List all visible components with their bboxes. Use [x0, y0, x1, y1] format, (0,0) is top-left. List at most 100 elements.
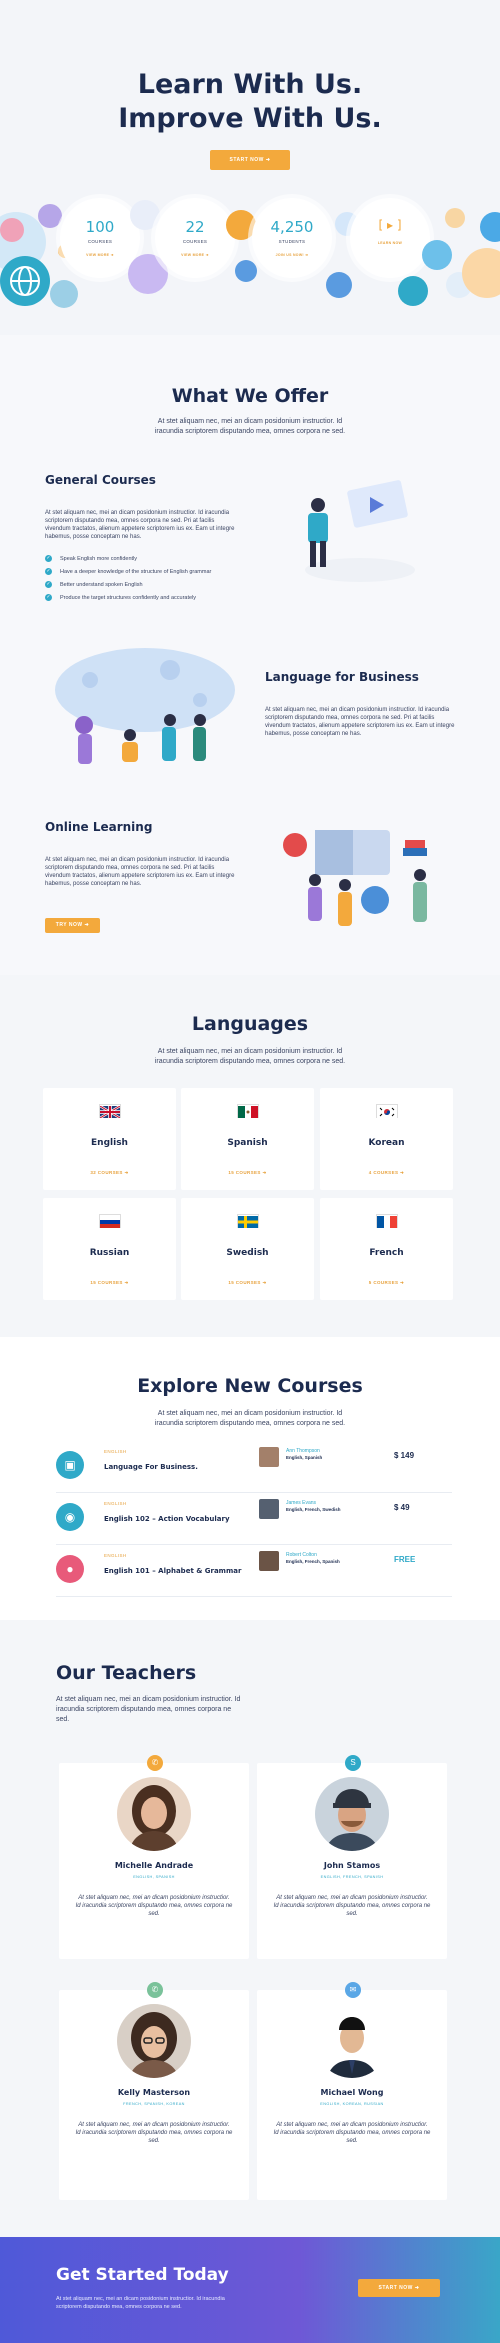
language-name: Russian: [89, 1248, 130, 1258]
language-card-spanish[interactable]: Spanish 15 COURSES ➜: [181, 1088, 314, 1190]
apple-icon: ●: [56, 1555, 84, 1583]
course-row[interactable]: ● ENGLISH English 101 – Alphabet & Gramm…: [56, 1545, 452, 1597]
teacher-card[interactable]: ✆ Michelle Andrade ENGLISH, SPANISH At s…: [59, 1755, 249, 1959]
stat-value: 100: [85, 218, 115, 236]
checklist-item: ✓ Produce the target structures confident…: [45, 594, 197, 601]
try-now-button[interactable]: TRY NOW ➜: [45, 918, 100, 933]
course-name[interactable]: English 102 – Action Vocabulary: [104, 1515, 230, 1523]
teacher-langs: FRENCH, SPANISH, KOREAN: [123, 2102, 185, 2106]
language-courses-link[interactable]: 5 COURSES ➜: [320, 1280, 453, 1286]
hero-section: Learn With Us. Improve With Us. START NOW…: [0, 0, 500, 335]
stat-value: 4,250: [270, 218, 314, 236]
course-category: ENGLISH: [104, 1501, 127, 1506]
course-category: ENGLISH: [104, 1449, 127, 1454]
teacher-desc: At stet aliquam nec, mei an dicam posido…: [273, 1895, 431, 1917]
course-name[interactable]: English 101 – Alphabet & Grammar: [104, 1567, 241, 1575]
books-illustration: [275, 810, 445, 945]
feature-title: Online Learning: [45, 820, 153, 834]
hero-title-line1: Learn With Us.: [137, 69, 363, 100]
hero-title-line2: Improve With Us.: [118, 103, 382, 134]
language-card-russian[interactable]: Russian 15 COURSES ➜: [43, 1198, 176, 1300]
hero-title: Learn With Us. Improve With Us.: [0, 68, 500, 136]
language-courses-link[interactable]: 15 COURSES ➜: [181, 1170, 314, 1176]
teacher-card[interactable]: ✉ Michael Wong ENGLISH, KOREAN, RUSSIAN …: [257, 1982, 447, 2200]
world-map-illustration: [50, 640, 240, 780]
send-icon: [326, 272, 352, 298]
teacher-photo: [315, 2004, 389, 2078]
language-courses-link[interactable]: 32 COURSES ➜: [43, 1170, 176, 1176]
course-row[interactable]: ▣ ENGLISH Language For Business. Ann Tho…: [56, 1441, 452, 1493]
teacher-desc: At stet aliquam nec, mei an dicam posido…: [75, 2122, 233, 2144]
chat-icon[interactable]: ✉: [345, 1982, 361, 1998]
checklist-item: ✓ Have a deeper knowledge of the structur…: [45, 568, 212, 575]
skype-icon[interactable]: S: [345, 1755, 361, 1771]
course-teacher-name[interactable]: Ann Thompson: [286, 1448, 320, 1454]
language-name: French: [369, 1248, 404, 1258]
course-category: ENGLISH: [104, 1553, 127, 1558]
teachers-section: Our Teachers At stet aliquam nec, mei an…: [0, 1620, 500, 2237]
language-name: Swedish: [226, 1248, 269, 1258]
teachers-intro: At stet aliquam nec, mei an dicam posido…: [56, 1696, 241, 1723]
course-price: $ 49: [394, 1503, 410, 1512]
course-row[interactable]: ◉ ENGLISH English 102 – Action Vocabular…: [56, 1493, 452, 1545]
stat-courses: 100 COURSES VIEW MORE ➜: [60, 198, 140, 278]
video-lesson-illustration: [300, 475, 420, 585]
course-price: $ 149: [394, 1451, 415, 1460]
language-card-korean[interactable]: Korean 4 COURSES ➜: [320, 1088, 453, 1190]
language-name: English: [91, 1138, 128, 1148]
cta-start-button[interactable]: START NOW ➜: [358, 2279, 440, 2297]
teacher-desc: At stet aliquam nec, mei an dicam posido…: [75, 1895, 233, 1917]
course-price: FREE: [394, 1555, 416, 1564]
wifi-icon: [38, 204, 62, 228]
whatsapp-icon[interactable]: ✆: [147, 1982, 163, 1998]
course-teacher-name[interactable]: Robert Colton: [286, 1552, 317, 1558]
stat-label: STUDENTS: [278, 239, 306, 244]
decor-bubble: [422, 240, 452, 270]
check-icon: ✓: [45, 594, 52, 601]
check-icon: ✓: [45, 581, 52, 588]
stat-learn: [ ▸ ] LEARN NOW: [350, 198, 430, 278]
course-teacher-name[interactable]: James Evans: [286, 1500, 316, 1506]
language-courses-link[interactable]: 15 COURSES ➜: [181, 1280, 314, 1286]
feature-business: Language for Business At stet aliquam ne…: [265, 670, 460, 738]
teacher-name: Michelle Andrade: [114, 1861, 194, 1870]
teacher-avatar: [259, 1447, 279, 1467]
stat-link[interactable]: LEARN NOW: [350, 241, 430, 245]
language-courses-link[interactable]: 15 COURSES ➜: [43, 1280, 176, 1286]
map-pin-icon: [0, 218, 24, 242]
teacher-name: Kelly Masterson: [117, 2088, 191, 2097]
course-teacher-langs: English, Spanish: [286, 1455, 323, 1460]
stat-link[interactable]: VIEW MORE ➜: [155, 253, 235, 257]
language-courses-link[interactable]: 4 COURSES ➜: [320, 1170, 453, 1176]
feature-text: At stet aliquam nec, mei an dicam posido…: [265, 707, 455, 737]
language-name: Spanish: [227, 1138, 268, 1148]
feature-text: At stet aliquam nec, mei an dicam posido…: [45, 857, 235, 887]
language-card-swedish[interactable]: Swedish 15 COURSES ➜: [181, 1198, 314, 1300]
checklist-item: ✓ Better understand spoken English: [45, 581, 143, 588]
france-flag-icon: [375, 1214, 398, 1228]
teacher-name: Michael Wong: [320, 2088, 384, 2097]
teacher-card[interactable]: ✆ Kelly Masterson FRENCH, SPANISH, KOREA…: [59, 1982, 249, 2200]
offer-title: What We Offer: [171, 385, 329, 407]
teacher-photo: [117, 1777, 191, 1851]
languages-section: Languages At stet aliquam nec, mei an di…: [0, 975, 500, 1337]
decor-dot: [235, 260, 257, 282]
stat-link[interactable]: VIEW MORE ➜: [60, 253, 140, 257]
stat-value: 22: [185, 218, 205, 236]
check-icon: ✓: [45, 568, 52, 575]
whatsapp-icon[interactable]: ✆: [147, 1755, 163, 1771]
cta-section: Get Started Today At stet aliquam nec, m…: [0, 2237, 500, 2343]
teacher-name: John Stamos: [323, 1861, 381, 1870]
car-icon: ◉: [56, 1503, 84, 1531]
hero-start-button[interactable]: START NOW ➜: [210, 150, 290, 170]
teacher-avatar: [259, 1551, 279, 1571]
language-card-french[interactable]: French 5 COURSES ➜: [320, 1198, 453, 1300]
teacher-card[interactable]: S John Stamos ENGLISH, FRENCH, SPANISH A…: [257, 1755, 447, 1959]
stat-link[interactable]: JOIN US NOW! ➜: [252, 253, 332, 257]
offer-subtitle: At stet aliquam nec, mei an dicam posido…: [154, 418, 346, 435]
course-name[interactable]: Language For Business.: [104, 1463, 198, 1471]
stat-languages: 22 COURSES VIEW MORE ➜: [155, 198, 235, 278]
briefcase-icon: ▣: [56, 1451, 84, 1479]
decor-bubble: [50, 280, 78, 308]
language-card-english[interactable]: English 32 COURSES ➜: [43, 1088, 176, 1190]
